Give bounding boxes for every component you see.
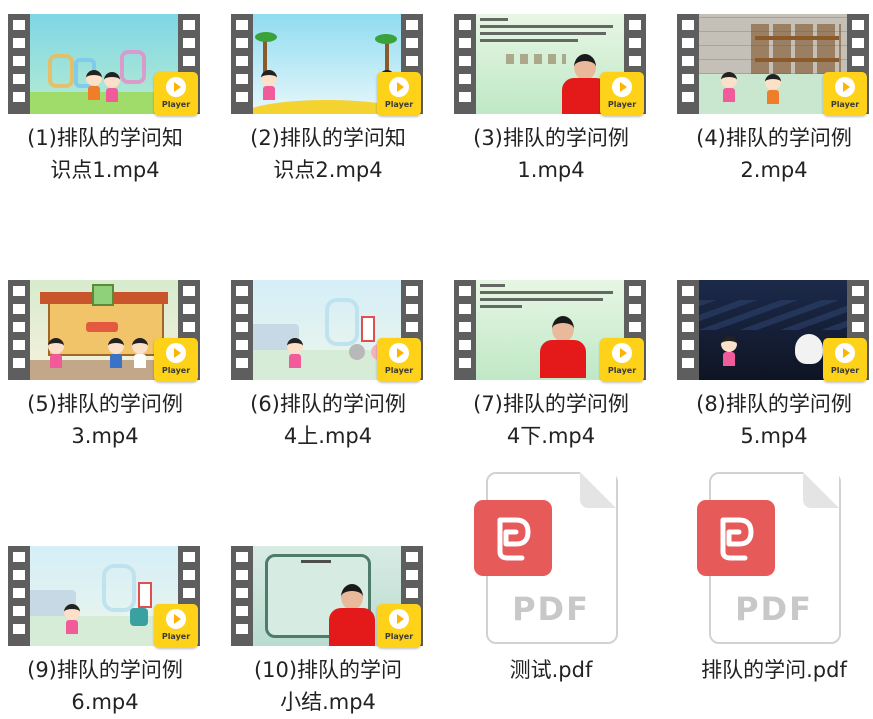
badge-label: Player — [161, 100, 191, 109]
file-name[interactable]: (10)排队的学问 小结.mp4 — [223, 654, 433, 718]
play-icon — [166, 343, 186, 363]
file-grid: Player (1)排队的学问知 识点1.mp4 Player (2)排队的学问… — [0, 0, 873, 719]
file-name-line: 6.mp4 — [71, 690, 139, 714]
file-name-line: 小结.mp4 — [280, 690, 376, 714]
file-name-line: (9)排队的学问例 — [27, 658, 183, 682]
file-name[interactable]: (8)排队的学问例 5.mp4 — [669, 388, 873, 452]
file-name[interactable]: (1)排队的学问知 识点1.mp4 — [0, 122, 210, 186]
file-name-line: 4上.mp4 — [283, 424, 373, 448]
play-icon — [389, 77, 409, 97]
player-badge: Player — [377, 604, 421, 648]
file-name-line: (8)排队的学问例 — [696, 392, 852, 416]
badge-label: Player — [607, 366, 637, 375]
video-thumbnail[interactable]: Player — [454, 280, 646, 382]
video-thumbnail[interactable]: Player — [231, 280, 423, 382]
video-thumbnail[interactable]: Player — [8, 546, 200, 648]
pdf-reader-logo-icon — [474, 500, 552, 576]
film-strip-left — [8, 14, 30, 114]
file-name[interactable]: (9)排队的学问例 6.mp4 — [0, 654, 210, 718]
play-icon — [166, 609, 186, 629]
file-name-line: (6)排队的学问例 — [250, 392, 406, 416]
file-name-line: 4下.mp4 — [506, 424, 596, 448]
play-icon — [389, 343, 409, 363]
pdf-icon-text: PDF — [735, 590, 813, 628]
file-name[interactable]: 排队的学问.pdf — [669, 654, 873, 686]
player-badge: Player — [600, 72, 644, 116]
file-name-line: (5)排队的学问例 — [27, 392, 183, 416]
play-icon — [612, 77, 632, 97]
file-name-line: (3)排队的学问例 — [473, 126, 629, 150]
player-badge: Player — [377, 72, 421, 116]
file-name-line: (10)排队的学问 — [253, 658, 403, 682]
film-strip-left — [231, 546, 253, 646]
pdf-reader-logo-icon — [697, 500, 775, 576]
film-strip-left — [454, 280, 476, 380]
file-name[interactable]: (5)排队的学问例 3.mp4 — [0, 388, 210, 452]
play-icon — [835, 343, 855, 363]
file-name-line: 1.mp4 — [517, 158, 585, 182]
file-name-line: 2.mp4 — [740, 158, 808, 182]
film-strip-left — [231, 280, 253, 380]
badge-label: Player — [384, 100, 414, 109]
file-name-line: (2)排队的学问知 — [250, 126, 406, 150]
video-thumbnail[interactable]: Player — [231, 546, 423, 648]
play-icon — [612, 343, 632, 363]
file-name[interactable]: (7)排队的学问例 4下.mp4 — [446, 388, 656, 452]
pdf-document-icon[interactable]: PDF — [474, 472, 618, 644]
badge-label: Player — [161, 632, 191, 641]
file-name[interactable]: (3)排队的学问例 1.mp4 — [446, 122, 656, 186]
file-name-line: (4)排队的学问例 — [696, 126, 852, 150]
video-thumbnail[interactable]: Player — [231, 14, 423, 116]
badge-label: Player — [830, 366, 860, 375]
video-thumbnail[interactable]: Player — [8, 280, 200, 382]
film-strip-left — [8, 280, 30, 380]
player-badge: Player — [600, 338, 644, 382]
player-badge: Player — [154, 604, 198, 648]
player-badge: Player — [823, 72, 867, 116]
file-name-line: 测试.pdf — [509, 658, 593, 682]
play-icon — [835, 77, 855, 97]
file-name-line: 识点2.mp4 — [273, 158, 383, 182]
player-badge: Player — [154, 72, 198, 116]
video-thumbnail[interactable]: Player — [677, 14, 869, 116]
badge-label: Player — [384, 366, 414, 375]
file-name-line: (1)排队的学问知 — [27, 126, 183, 150]
video-thumbnail[interactable]: Player — [454, 14, 646, 116]
badge-label: Player — [607, 100, 637, 109]
file-name[interactable]: (6)排队的学问例 4上.mp4 — [223, 388, 433, 452]
file-name[interactable]: (4)排队的学问例 2.mp4 — [669, 122, 873, 186]
file-name-line: (7)排队的学问例 — [473, 392, 629, 416]
badge-label: Player — [161, 366, 191, 375]
play-icon — [166, 77, 186, 97]
player-badge: Player — [823, 338, 867, 382]
film-strip-left — [231, 14, 253, 114]
file-name[interactable]: (2)排队的学问知 识点2.mp4 — [223, 122, 433, 186]
file-name-line: 排队的学问.pdf — [701, 658, 847, 682]
film-strip-left — [454, 14, 476, 114]
file-name-line: 5.mp4 — [740, 424, 808, 448]
pdf-icon-text: PDF — [512, 590, 590, 628]
pdf-document-icon[interactable]: PDF — [697, 472, 841, 644]
badge-label: Player — [830, 100, 860, 109]
film-strip-left — [8, 546, 30, 646]
film-strip-left — [677, 14, 699, 114]
player-badge: Player — [154, 338, 198, 382]
video-thumbnail[interactable]: Player — [677, 280, 869, 382]
player-badge: Player — [377, 338, 421, 382]
file-name-line: 识点1.mp4 — [50, 158, 160, 182]
badge-label: Player — [384, 632, 414, 641]
film-strip-left — [677, 280, 699, 380]
play-icon — [389, 609, 409, 629]
file-name-line: 3.mp4 — [71, 424, 139, 448]
video-thumbnail[interactable]: Player — [8, 14, 200, 116]
file-name[interactable]: 测试.pdf — [446, 654, 656, 686]
